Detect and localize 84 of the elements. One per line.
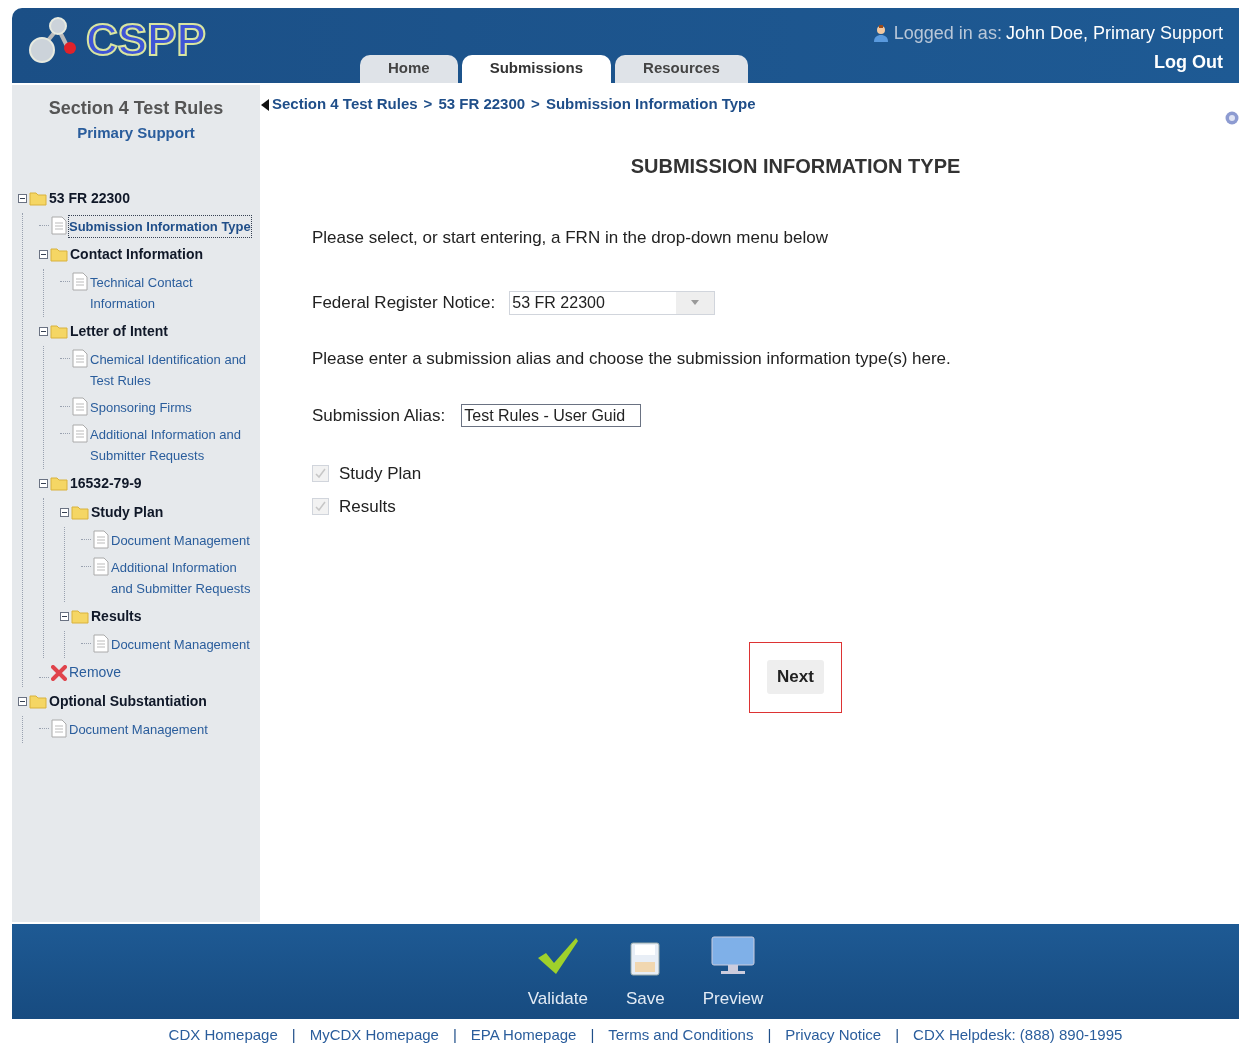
frn-dropdown[interactable]: 53 FR 22300 [509, 290, 716, 315]
footer-link[interactable]: CDX Helpdesk: (888) 890-1995 [913, 1023, 1123, 1047]
footer-separator: | [590, 1024, 595, 1045]
page-title: SUBMISSION INFORMATION TYPE [630, 153, 961, 179]
nav-tab[interactable]: Home [360, 54, 458, 83]
footer-link[interactable]: Terms and Conditions [608, 1023, 754, 1047]
document-icon [72, 349, 88, 369]
collapse-icon[interactable] [39, 479, 48, 489]
alias-label: Submission Alias: [312, 405, 446, 428]
collapse-icon[interactable] [39, 327, 48, 337]
document-icon [72, 272, 88, 292]
tree-item[interactable]: Additional Information and Submitter Requests [111, 557, 260, 600]
collapse-icon[interactable] [60, 612, 69, 622]
user-icon [871, 24, 890, 43]
breadcrumb-link[interactable]: 53 FR 22300 [438, 93, 526, 116]
collapse-icon[interactable] [39, 250, 48, 260]
breadcrumb-link[interactable]: Section 4 Test Rules [272, 93, 418, 116]
tree-item[interactable]: Submission Information Type [69, 216, 251, 238]
footer-separator: | [452, 1024, 457, 1045]
tree-item[interactable]: Additional Information and Submitter Requests [90, 424, 260, 467]
folder-icon [50, 324, 68, 340]
document-icon [72, 424, 88, 444]
tree-folder[interactable]: Optional Substantiation [49, 691, 207, 713]
document-icon [93, 530, 109, 550]
login-label: Logged in as: [893, 22, 1002, 45]
checkbox-label: Study Plan [339, 462, 422, 485]
footer-link[interactable]: Privacy Notice [785, 1023, 882, 1047]
collapse-icon[interactable] [18, 697, 27, 707]
tree-item[interactable]: Document Management [111, 634, 250, 656]
next-button[interactable]: Next [767, 660, 824, 694]
footer-link[interactable]: CDX Homepage [168, 1023, 278, 1047]
tree-folder[interactable]: Results [91, 606, 142, 628]
tree-item[interactable]: Document Management [69, 719, 208, 741]
user-name: John Doe, Primary Support [1005, 22, 1223, 45]
toolbar-button[interactable]: Validate [527, 923, 588, 1020]
frn-label: Federal Register Notice: [312, 292, 496, 315]
nav-tab[interactable]: Submissions [461, 54, 612, 83]
folder-icon [29, 694, 47, 710]
breadcrumb-separator: > [422, 94, 434, 115]
remove-link[interactable]: Remove [69, 662, 122, 684]
footer-separator: | [291, 1024, 296, 1045]
nav-tab[interactable]: Resources [615, 54, 748, 83]
folder-icon [71, 505, 89, 521]
help-icon[interactable] [1225, 110, 1239, 125]
breadcrumb-separator: > [530, 94, 541, 115]
remove-icon [51, 664, 67, 681]
sidebar-title: Section 4 Test Rules [48, 96, 224, 120]
tree-folder[interactable]: Study Plan [91, 502, 164, 524]
logout-link[interactable]: Log Out [1154, 49, 1223, 76]
document-icon [72, 397, 88, 417]
alias-instruction: Please enter a submission alias and choose the submission information type(s) here. [312, 347, 952, 370]
alias-field[interactable]: Test Rules - User Guid [461, 404, 642, 428]
logo-text: CSPP [86, 18, 206, 62]
monitor-icon [710, 935, 755, 976]
tree-item[interactable]: Chemical Identification and Test Rules [90, 349, 260, 392]
folder-icon [50, 247, 68, 263]
document-icon [51, 216, 67, 236]
folder-icon [29, 191, 47, 207]
footer-link[interactable]: MyCDX Homepage [309, 1023, 439, 1047]
sidebar-subtitle: Primary Support [77, 122, 195, 143]
tree-folder[interactable]: 53 FR 22300 [49, 188, 130, 210]
frn-instruction: Please select, or start entering, a FRN in the drop-down menu below [312, 226, 829, 249]
caret-icon [691, 300, 700, 306]
folder-icon [71, 609, 89, 625]
footer-separator: | [767, 1024, 772, 1045]
tree-item[interactable]: Sponsoring Firms [90, 397, 192, 419]
document-icon [93, 634, 109, 654]
collapse-icon[interactable] [60, 508, 69, 518]
footer-separator: | [895, 1024, 900, 1045]
document-icon [51, 719, 67, 739]
tree-folder[interactable]: Letter of Intent [70, 321, 168, 343]
tree-item[interactable]: Technical Contact Information [90, 272, 260, 315]
document-icon [93, 557, 109, 577]
footer-link[interactable]: EPA Homepage [470, 1023, 577, 1047]
save-icon [630, 941, 661, 976]
tree-folder[interactable]: Contact Information [70, 244, 203, 266]
breadcrumb-link[interactable]: Submission Information Type [545, 93, 756, 116]
toolbar-button[interactable]: Preview [702, 923, 764, 1020]
collapse-icon[interactable] [18, 194, 27, 204]
folder-icon [50, 476, 68, 492]
checkbox-label: Results [339, 496, 396, 519]
toolbar-button[interactable]: Save [626, 923, 665, 1020]
tree-folder[interactable]: 16532-79-9 [70, 473, 142, 495]
tree-item[interactable]: Document Management [111, 530, 250, 552]
